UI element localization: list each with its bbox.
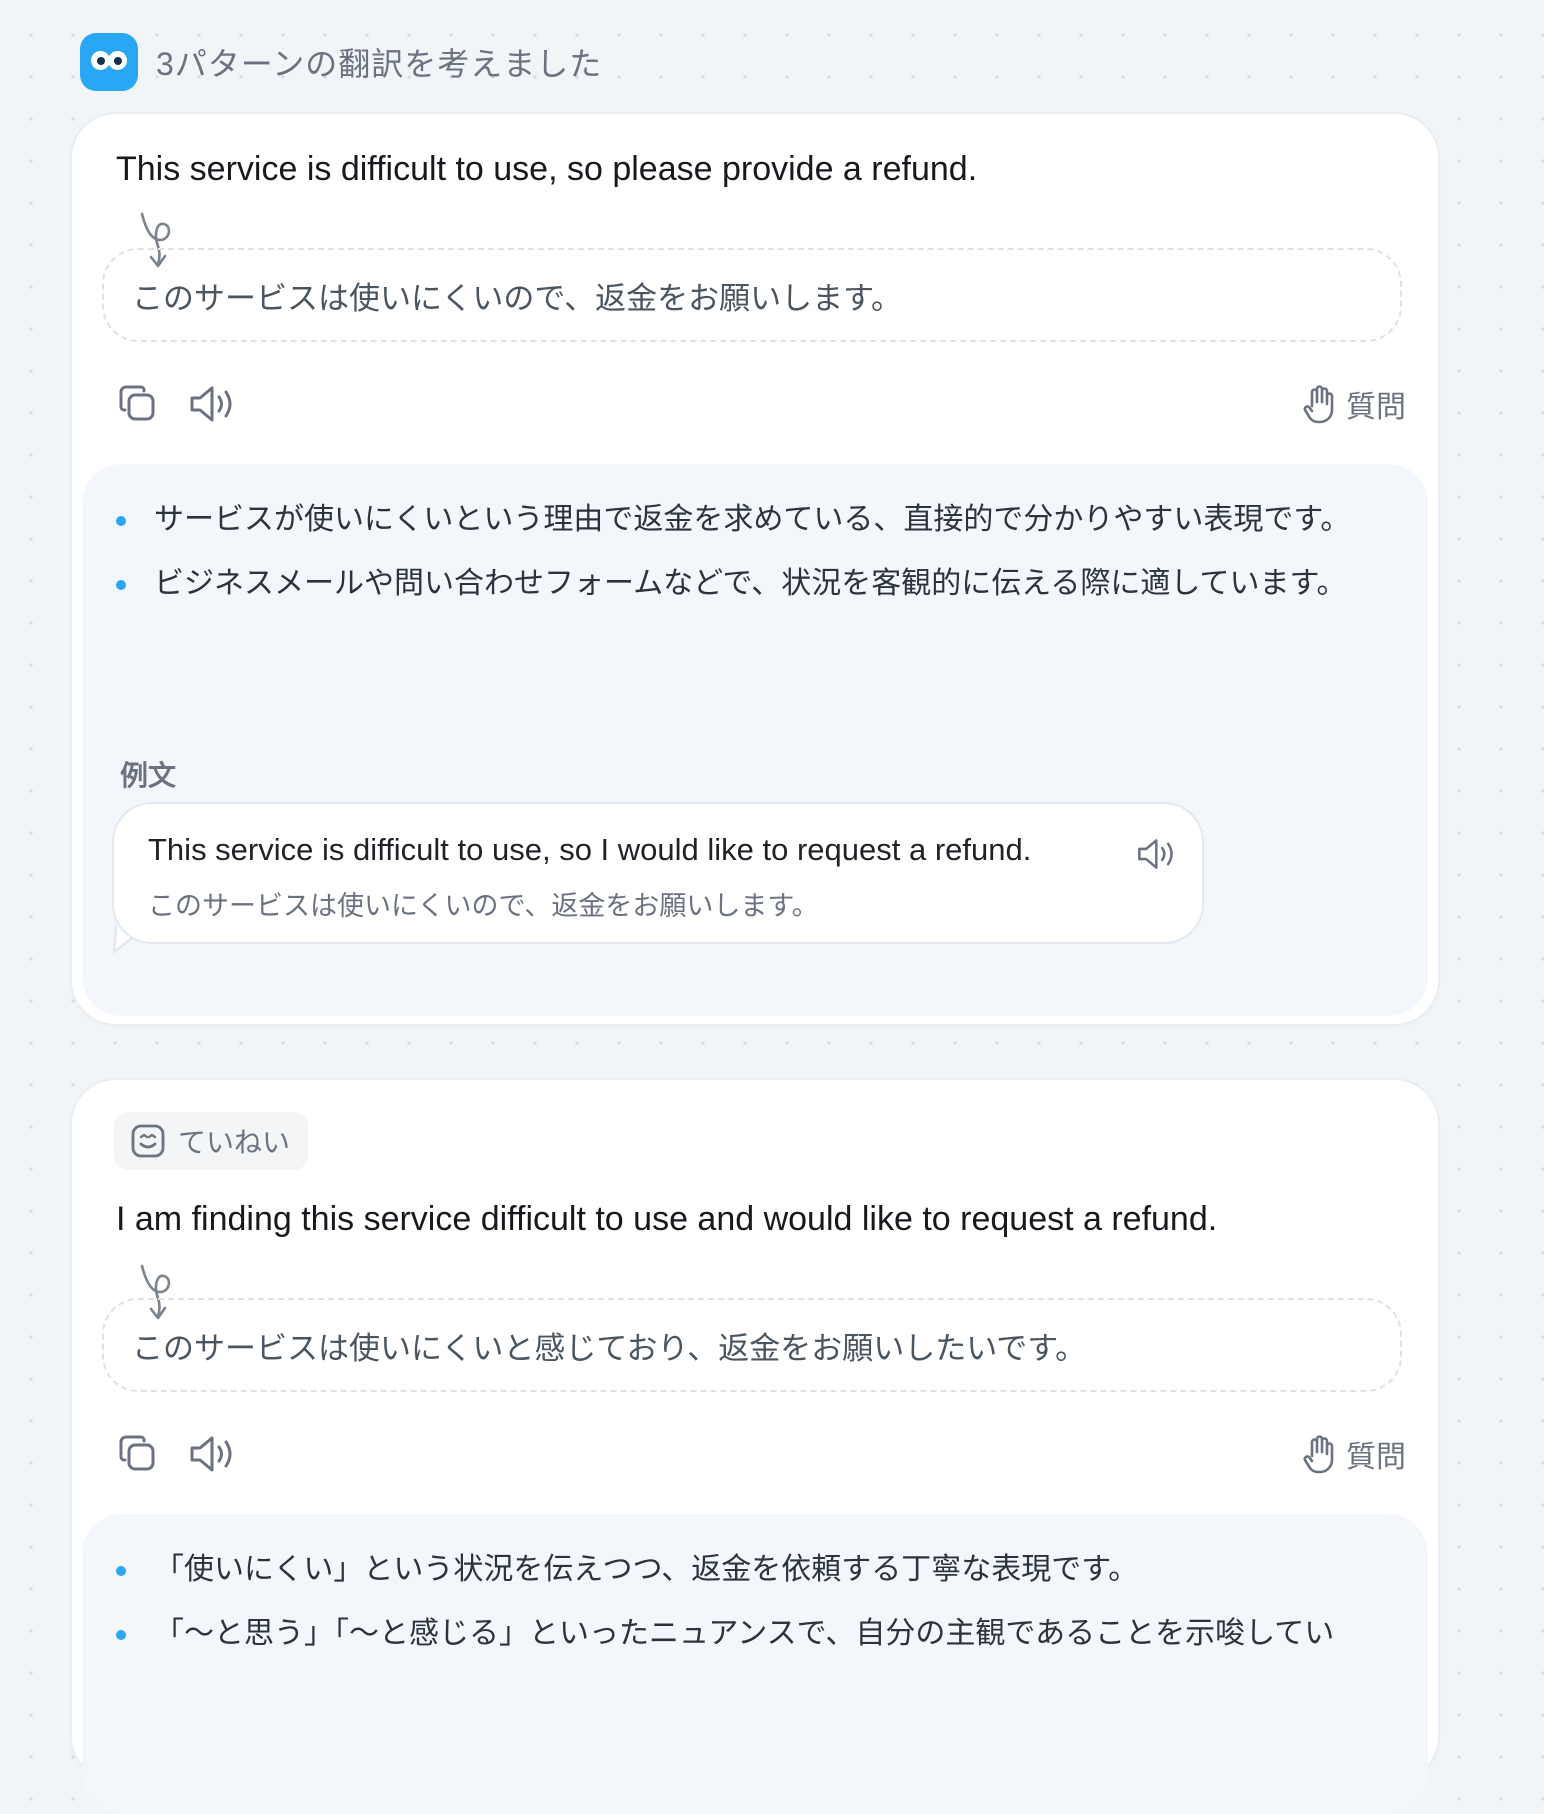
speaker-icon[interactable] xyxy=(188,1432,240,1476)
translation-japanese: このサービスは使いにくいので、返金をお願いします。 xyxy=(102,248,1402,342)
copy-icon[interactable] xyxy=(116,382,160,426)
smile-face-icon xyxy=(130,1123,166,1159)
explanation-list: サービスが使いにくいという理由で返金を求めている、直接的で分かりやすい表現です。… xyxy=(82,464,1428,612)
translation-english[interactable]: This service is difficult to use, so ple… xyxy=(116,150,977,189)
raised-hand-icon xyxy=(1302,1434,1338,1474)
example-english[interactable]: This service is difficult to use, so I w… xyxy=(148,832,1031,868)
explanation-item: 「〜と思う」「〜と感じる」といったニュアンスで、自分の主観であることを示唆してい xyxy=(116,1606,1368,1662)
card-actions: 質問 xyxy=(116,1432,1406,1480)
translation-card-1: This service is difficult to use, so ple… xyxy=(72,114,1438,1024)
speaker-icon[interactable] xyxy=(1136,834,1180,874)
explanation-panel: 「使いにくい」という状況を伝えつつ、返金を依頼する丁寧な表現です。 「〜と思う」… xyxy=(82,1514,1428,1814)
explanation-item: 「使いにくい」という状況を伝えつつ、返金を依頼する丁寧な表現です。 xyxy=(116,1542,1368,1598)
tone-label: ていねい xyxy=(178,1127,291,1158)
example-japanese: このサービスは使いにくいので、返金をお願いします。 xyxy=(148,891,819,921)
bot-avatar-icon xyxy=(80,33,138,91)
tone-badge: ていねい xyxy=(114,1112,309,1170)
explanation-list: 「使いにくい」という状況を伝えつつ、返金を依頼する丁寧な表現です。 「〜と思う」… xyxy=(82,1514,1428,1662)
raised-hand-icon xyxy=(1302,384,1338,424)
ask-label: 質問 xyxy=(1346,1441,1406,1474)
copy-icon[interactable] xyxy=(116,1432,160,1476)
example-label: 例文 xyxy=(120,760,177,791)
example-bubble: This service is difficult to use, so I w… xyxy=(112,802,1204,944)
ask-button[interactable]: 質問 xyxy=(1302,1432,1406,1476)
ask-label: 質問 xyxy=(1346,391,1406,424)
ask-button[interactable]: 質問 xyxy=(1302,382,1406,426)
speaker-icon[interactable] xyxy=(188,382,240,426)
response-header: 3パターンの翻訳を考えました xyxy=(80,32,602,92)
explanation-panel: サービスが使いにくいという理由で返金を求めている、直接的で分かりやすい表現です。… xyxy=(82,464,1428,1016)
explanation-item: ビジネスメールや問い合わせフォームなどで、状況を客観的に伝える際に適しています。 xyxy=(116,556,1368,612)
translation-card-2: ていねい I am finding this service difficult… xyxy=(72,1080,1438,1814)
translation-english[interactable]: I am finding this service difficult to u… xyxy=(116,1200,1217,1239)
translation-japanese: このサービスは使いにくいと感じており、返金をお願いしたいです。 xyxy=(102,1298,1402,1392)
header-title: 3パターンの翻訳を考えました xyxy=(156,46,603,82)
card-actions: 質問 xyxy=(116,382,1406,430)
explanation-item: サービスが使いにくいという理由で返金を求めている、直接的で分かりやすい表現です。 xyxy=(116,492,1368,548)
